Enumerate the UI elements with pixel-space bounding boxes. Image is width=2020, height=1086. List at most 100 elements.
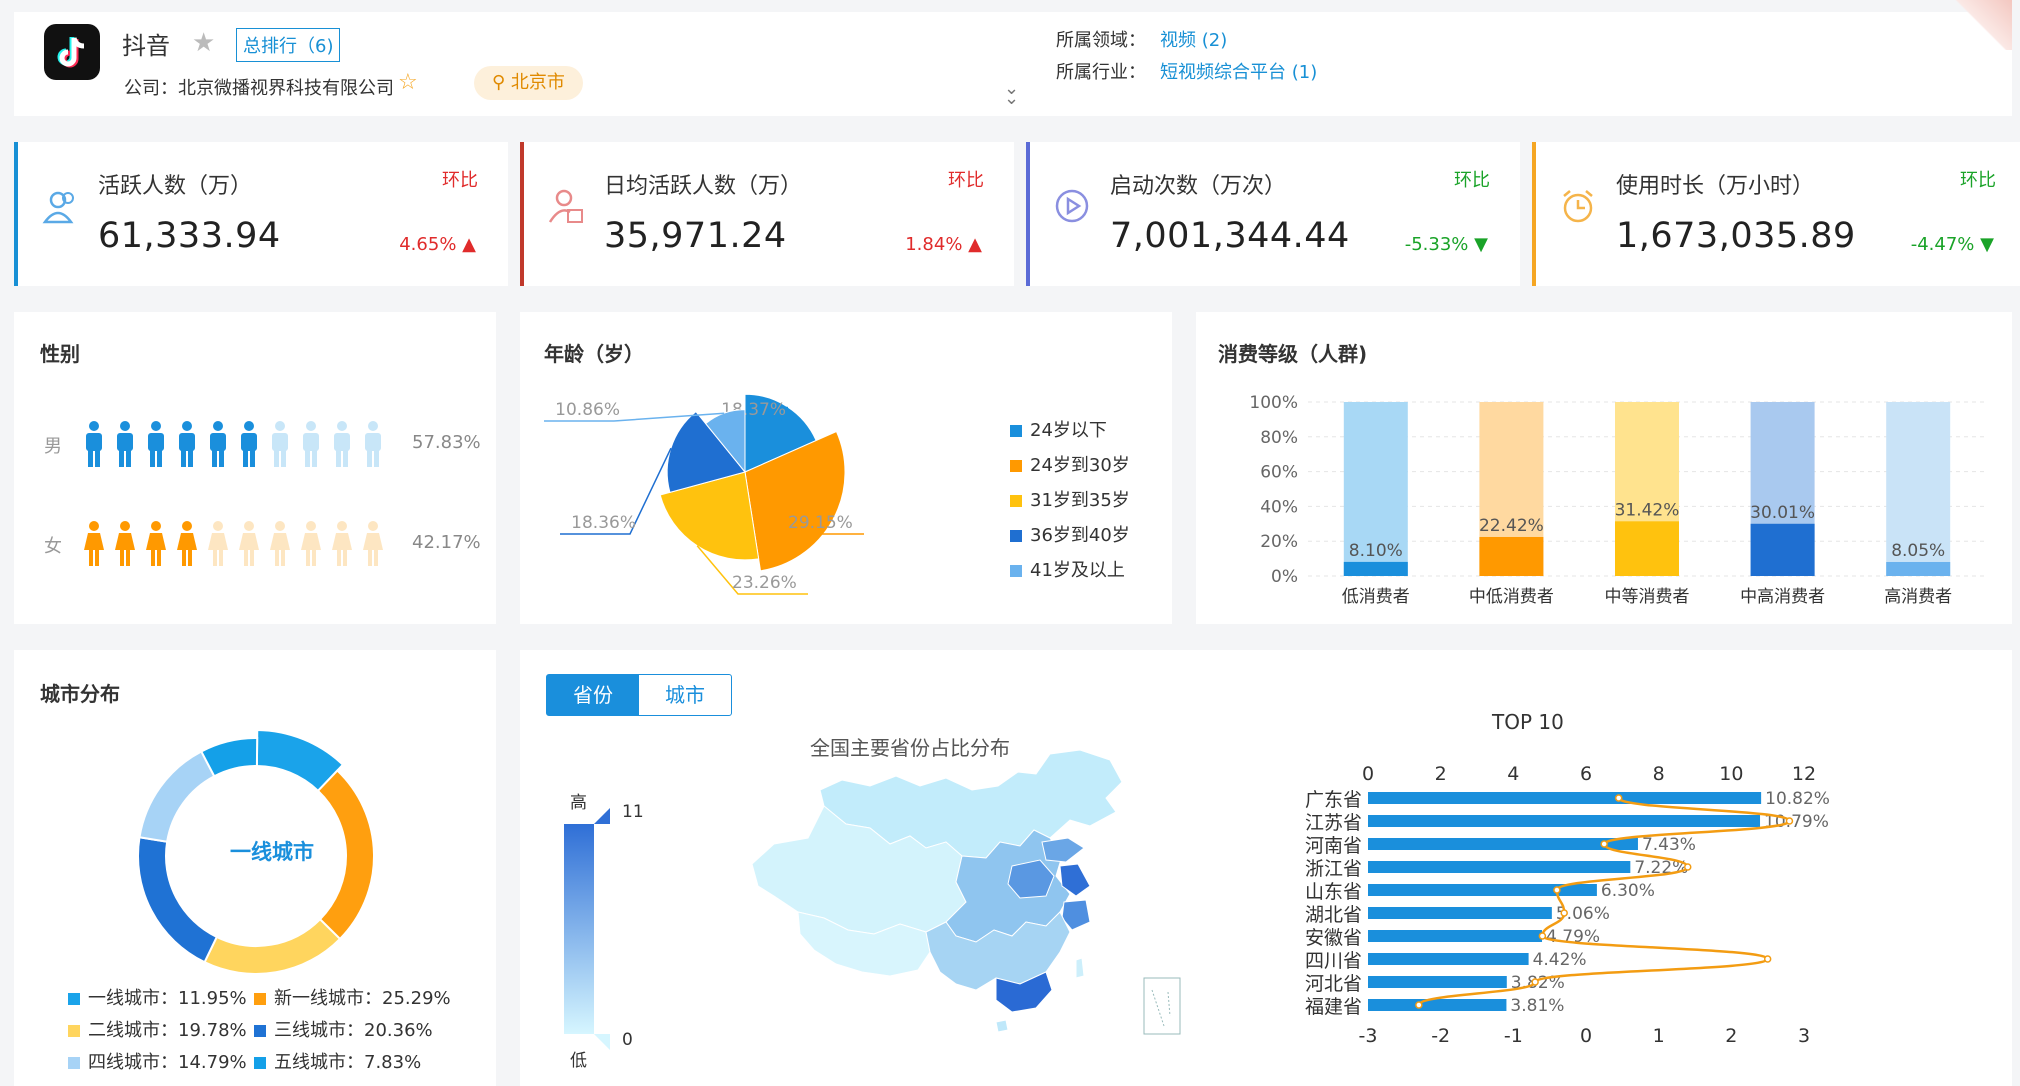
- top10-category-label: 河北省: [1305, 973, 1362, 995]
- age-legend-item[interactable]: 31岁到35岁: [1010, 486, 1130, 512]
- china-map[interactable]: [750, 746, 1190, 1066]
- legend-swatch: [254, 1057, 266, 1069]
- top10-line-point[interactable]: [1531, 978, 1539, 986]
- age-legend-item[interactable]: 41岁及以上: [1010, 556, 1130, 582]
- top10-line-point[interactable]: [1683, 863, 1692, 871]
- top10-line-point[interactable]: [1560, 909, 1568, 917]
- consumption-bar-label: 8.05%: [1891, 541, 1945, 561]
- consumption-bar[interactable]: [1886, 561, 1951, 576]
- top10-bar[interactable]: [1368, 861, 1631, 873]
- age-legend-label: 24岁以下: [1030, 420, 1107, 441]
- down-arrow-icon: ▼: [1980, 234, 1994, 255]
- rank-badge[interactable]: 总排行（6): [236, 28, 341, 62]
- female-person-icon: [268, 520, 292, 572]
- down-arrow-icon: ▼: [1474, 234, 1488, 255]
- consumption-bar[interactable]: [1615, 521, 1679, 576]
- city-legend-label: 四线城市：14.79%: [88, 1052, 247, 1073]
- consumption-bar-label: 30.01%: [1750, 503, 1815, 523]
- top-axis-tick: 4: [1507, 763, 1519, 785]
- age-legend-label: 24岁到30岁: [1030, 455, 1130, 476]
- company-star-icon[interactable]: ☆: [398, 70, 418, 95]
- consumption-bar[interactable]: [1343, 561, 1408, 576]
- top10-bar[interactable]: [1368, 907, 1552, 919]
- legend-swatch: [1010, 495, 1022, 507]
- male-person-icon: [206, 420, 230, 472]
- top10-line-point[interactable]: [1785, 817, 1794, 825]
- top10-line-point[interactable]: [1553, 886, 1561, 894]
- top10-bar[interactable]: [1368, 930, 1543, 942]
- city-legend-item[interactable]: 三线城市：20.36%: [254, 1016, 433, 1042]
- top10-bar[interactable]: [1368, 976, 1507, 988]
- tab-province[interactable]: 省份: [546, 674, 640, 716]
- top10-line-point[interactable]: [1538, 932, 1547, 940]
- top10-bar[interactable]: [1368, 999, 1507, 1011]
- industry-link[interactable]: 短视频综合平台 (1): [1160, 58, 1317, 84]
- expand-chevron-icon[interactable]: ⌄ ⌄: [1004, 80, 1019, 108]
- city-legend-item[interactable]: 五线城市：7.83%: [254, 1048, 421, 1074]
- city-legend-item[interactable]: 二线城市：19.78%: [68, 1016, 247, 1042]
- map-region-hainan[interactable]: [995, 1019, 1009, 1033]
- consumption-category-label: 中高消费者: [1740, 587, 1825, 607]
- field-link[interactable]: 视频 (2): [1160, 26, 1227, 52]
- bottom-axis-tick: -2: [1431, 1025, 1450, 1047]
- city-donut-slice[interactable]: [138, 750, 216, 843]
- consumption-bar[interactable]: [1479, 536, 1544, 576]
- age-legend-item[interactable]: 24岁以下: [1010, 416, 1130, 442]
- top10-bar[interactable]: [1368, 838, 1638, 850]
- location-tag[interactable]: ⚲ 北京市: [474, 66, 583, 100]
- female-person-icon: [144, 520, 168, 572]
- city-legend-item[interactable]: 四线城市：14.79%: [68, 1048, 247, 1074]
- male-person-icon: [113, 420, 137, 472]
- city-legend-item[interactable]: 新一线城市：25.29%: [254, 984, 451, 1010]
- top10-bar[interactable]: [1368, 953, 1529, 965]
- kpi-card-usage-time[interactable]: 使用时长（万小时） 1,673,035.89 环比 -4.47% ▼: [1532, 142, 2020, 286]
- y-tick-label: 100%: [1249, 393, 1298, 413]
- top10-line-point[interactable]: [1415, 1001, 1423, 1009]
- star-icon[interactable]: ★: [192, 28, 215, 58]
- industry-label: 所属行业：: [1056, 62, 1146, 83]
- scale-min-label: 0: [622, 1030, 633, 1050]
- consumption-bar[interactable]: [1750, 523, 1815, 576]
- age-legend-item[interactable]: 36岁到40岁: [1010, 521, 1130, 547]
- top10-line-point[interactable]: [1600, 840, 1608, 848]
- female-person-icon: [82, 520, 106, 572]
- scale-bottom-handle-icon[interactable]: [594, 1034, 610, 1050]
- legend-swatch: [254, 993, 266, 1005]
- tab-city[interactable]: 城市: [638, 674, 732, 716]
- top-axis-tick: 2: [1435, 763, 1447, 785]
- company-name: 公司：北京微播视界科技有限公司: [124, 78, 394, 99]
- top10-line-point[interactable]: [1614, 794, 1623, 802]
- map-region-taiwan[interactable]: [1075, 957, 1085, 979]
- bottom-axis-tick: 1: [1653, 1025, 1665, 1047]
- field-label: 所属领域：: [1056, 30, 1146, 51]
- city-donut-slice[interactable]: [137, 836, 219, 964]
- female-person-icon: [113, 520, 137, 572]
- age-legend-item[interactable]: 24岁到30岁: [1010, 451, 1130, 477]
- kpi-card-launches[interactable]: 启动次数（万次） 7,001,344.44 环比 -5.33% ▼: [1026, 142, 1520, 286]
- top10-line-point[interactable]: [1763, 955, 1772, 963]
- kpi-card-active-users[interactable]: 活跃人数（万） 61,333.94 环比 4.65% ▲: [14, 142, 508, 286]
- top10-bar-chart: 0 2 4 6 8 10 12-3 -2 -1 0 1 2 3广东省 10.82%江苏省 10.79%河南省…: [1305, 763, 1830, 1047]
- female-person-icon: [206, 520, 230, 572]
- kpi-card-daily-active[interactable]: 日均活跃人数（万） 35,971.24 环比 1.84% ▲: [520, 142, 1014, 286]
- male-person-icon: [299, 420, 323, 472]
- users-icon: [42, 191, 74, 224]
- top10-category-label: 广东省: [1305, 789, 1362, 811]
- top10-bar[interactable]: [1368, 792, 1762, 804]
- app-name: 抖音: [122, 32, 170, 60]
- city-legend-item[interactable]: 一线城市：11.95%: [68, 984, 247, 1010]
- gender-title: 性别: [40, 342, 80, 366]
- location-text: 北京市: [510, 72, 565, 93]
- visual-map-scale[interactable]: [564, 824, 594, 1034]
- scale-top-handle-icon[interactable]: [594, 808, 610, 824]
- location-pin-icon: ⚲: [492, 72, 511, 93]
- top-axis-tick: 12: [1792, 763, 1816, 785]
- kpi-change: -5.33% ▼: [1405, 234, 1488, 255]
- city-donut-slice[interactable]: [203, 917, 342, 975]
- legend-swatch: [1010, 530, 1022, 542]
- scale-high-label: 高: [570, 793, 587, 813]
- age-rose-chart: 18.37%29.15%23.26%18.36%10.86%: [544, 393, 864, 595]
- map-region-shandong[interactable]: [1041, 837, 1085, 863]
- top-axis-tick: 10: [1719, 763, 1743, 785]
- top10-bar[interactable]: [1368, 815, 1761, 827]
